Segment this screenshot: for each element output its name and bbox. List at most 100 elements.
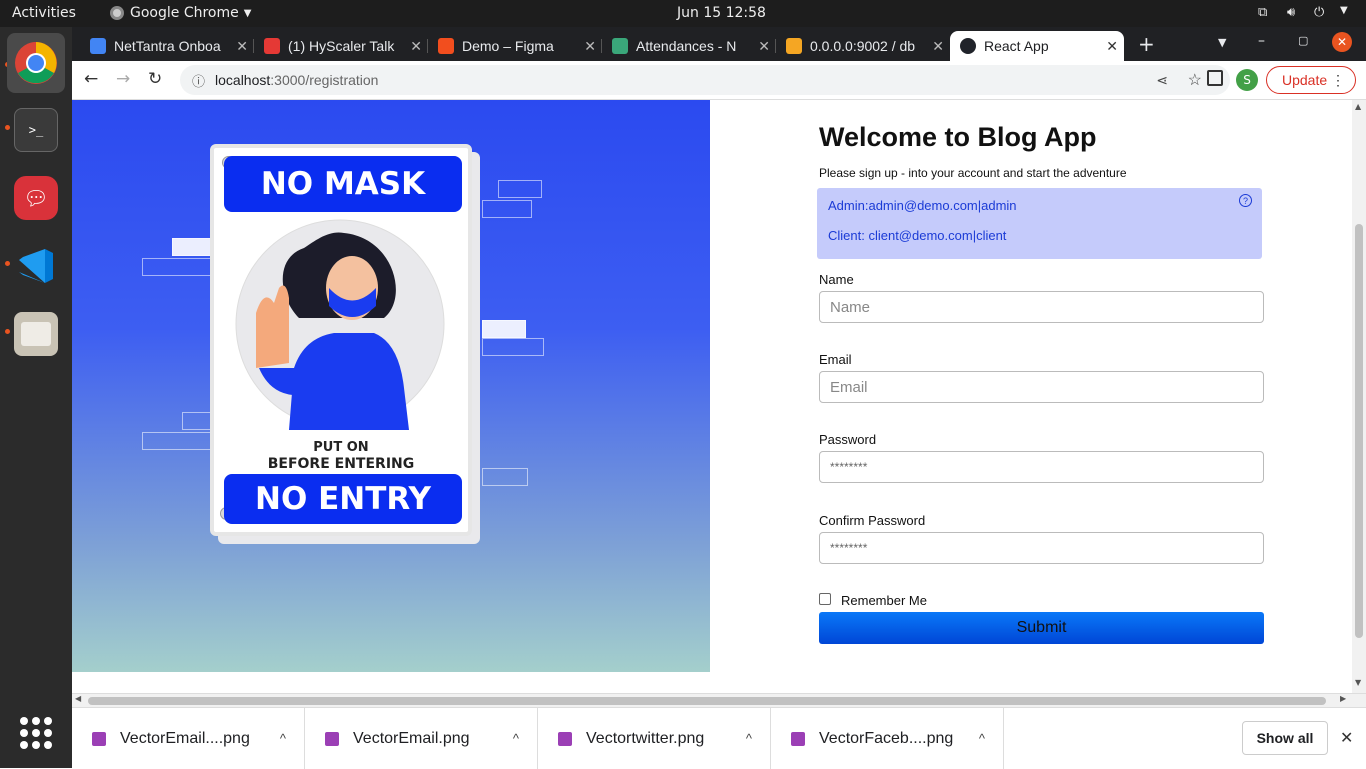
tab-title: React App xyxy=(984,38,1049,54)
download-filename: VectorEmail.png xyxy=(353,729,470,747)
tab-hyscaler[interactable]: (1) HyScaler Talk ✕ xyxy=(254,31,428,61)
download-filename: VectorEmail....png xyxy=(120,729,250,747)
system-top-bar: Activities Google Chrome ▼ Jun 15 12:58 … xyxy=(0,0,1366,27)
tab-title: 0.0.0.0:9002 / db xyxy=(810,38,916,54)
scroll-right-icon[interactable]: ▶ xyxy=(1340,694,1346,703)
download-filename: Vectortwitter.png xyxy=(586,729,705,747)
tab-title: Attendances - N xyxy=(636,38,737,54)
activities-button[interactable]: Activities xyxy=(12,5,76,21)
tab-title: NetTantra Onboa xyxy=(114,38,221,54)
chevron-up-icon[interactable]: ^ xyxy=(513,731,519,746)
download-item[interactable]: VectorEmail....png ^ xyxy=(72,708,305,769)
kebab-menu-icon[interactable]: ⋮ xyxy=(1331,72,1345,89)
tab-search-icon[interactable]: ▼ xyxy=(1218,36,1226,49)
tab-phpmyadmin[interactable]: 0.0.0.0:9002 / db ✕ xyxy=(776,31,950,61)
attendance-icon xyxy=(612,38,628,54)
sign-footer: NO ENTRY xyxy=(224,474,462,524)
close-downloads-icon[interactable]: ✕ xyxy=(1340,728,1353,747)
remember-me-label[interactable]: Remember Me xyxy=(841,593,927,608)
download-item[interactable]: Vectortwitter.png ^ xyxy=(538,708,771,769)
close-tab-icon[interactable]: ✕ xyxy=(410,38,422,55)
minimize-icon[interactable]: – xyxy=(1258,33,1265,49)
deco-bar xyxy=(142,258,212,276)
name-input[interactable]: Name xyxy=(819,291,1264,323)
scroll-down-icon[interactable]: ▼ xyxy=(1355,678,1361,687)
profile-avatar[interactable]: S xyxy=(1236,69,1258,91)
vscode-dock-icon[interactable] xyxy=(14,244,58,288)
show-all-button[interactable]: Show all xyxy=(1242,721,1328,755)
volume-icon[interactable]: 🔊︎ xyxy=(1287,5,1295,20)
terminal-dock-icon[interactable]: >_ xyxy=(14,108,58,152)
show-apps-icon[interactable] xyxy=(20,717,52,749)
url-host: localhost xyxy=(215,72,271,88)
remember-me-checkbox[interactable] xyxy=(819,593,831,605)
client-credentials: Client: client@demo.com|client xyxy=(828,228,1007,243)
tab-attendances[interactable]: Attendances - N ✕ xyxy=(602,31,776,61)
browser-toolbar: ← → ↻ ⓘ localhost:3000/registration ⋖ ☆ … xyxy=(72,61,1366,100)
tab-title: (1) HyScaler Talk xyxy=(288,38,395,54)
sign-title: NO MASK xyxy=(224,156,462,212)
chrome-small-icon xyxy=(110,6,124,20)
email-label: Email xyxy=(819,352,852,367)
rocketchat-dock-icon[interactable]: 💬︎ xyxy=(14,176,58,220)
chevron-up-icon[interactable]: ^ xyxy=(979,731,985,746)
site-info-icon[interactable]: ⓘ xyxy=(192,71,205,90)
close-window-icon[interactable]: ✕ xyxy=(1332,32,1352,52)
close-tab-icon[interactable]: ✕ xyxy=(236,38,248,55)
deco-bar xyxy=(142,432,212,450)
email-input[interactable]: Email xyxy=(819,371,1264,403)
help-icon[interactable]: ? xyxy=(1239,194,1252,207)
update-button[interactable]: Update ⋮ xyxy=(1266,66,1356,94)
reload-icon[interactable]: ↻ xyxy=(148,69,162,89)
scroll-thumb[interactable] xyxy=(1355,224,1363,638)
app-menu[interactable]: Google Chrome ▼ xyxy=(110,5,251,21)
tab-nettantra[interactable]: NetTantra Onboa ✕ xyxy=(80,31,254,61)
confirm-password-input[interactable]: ******** xyxy=(819,532,1264,564)
deco-bar xyxy=(482,468,528,486)
files-dock-icon[interactable] xyxy=(14,312,58,356)
horizontal-scrollbar[interactable]: ◀ ▶ xyxy=(72,693,1366,707)
download-item[interactable]: VectorEmail.png ^ xyxy=(305,708,538,769)
running-indicator xyxy=(5,261,10,266)
no-mask-sign: NO MASK PUT ON BEFORE ENTERING NO ENTRY xyxy=(210,144,472,536)
hscroll-thumb[interactable] xyxy=(88,697,1326,705)
side-panel-icon[interactable] xyxy=(1207,70,1223,86)
submit-button[interactable]: Submit xyxy=(819,612,1264,644)
chevron-up-icon[interactable]: ^ xyxy=(746,731,752,746)
clock[interactable]: Jun 15 12:58 xyxy=(677,5,766,21)
url-path: :3000/registration xyxy=(270,72,379,88)
close-tab-icon[interactable]: ✕ xyxy=(584,38,596,55)
password-input[interactable]: ******** xyxy=(819,451,1264,483)
page-viewport: NO MASK PUT ON BEFORE ENTERING NO ENTRY … xyxy=(72,100,1352,693)
sign-line-2: BEFORE ENTERING xyxy=(267,456,415,472)
forward-icon[interactable]: → xyxy=(116,69,130,89)
close-tab-icon[interactable]: ✕ xyxy=(932,38,944,55)
tab-figma[interactable]: Demo – Figma ✕ xyxy=(428,31,602,61)
scroll-left-icon[interactable]: ◀ xyxy=(75,694,81,703)
tab-strip: NetTantra Onboa ✕ (1) HyScaler Talk ✕ De… xyxy=(72,27,1366,61)
address-bar[interactable]: ⓘ localhost:3000/registration ⋖ ☆ xyxy=(180,65,1230,95)
back-icon[interactable]: ← xyxy=(84,69,98,89)
scroll-up-icon[interactable]: ▲ xyxy=(1355,102,1361,111)
vertical-scrollbar[interactable]: ▲ ▼ xyxy=(1352,100,1366,693)
bookmark-star-icon[interactable]: ☆ xyxy=(1188,70,1202,90)
password-label: Password xyxy=(819,432,877,447)
deco-bar xyxy=(498,180,542,198)
chrome-dock-icon[interactable] xyxy=(7,33,65,93)
new-tab-icon[interactable]: + xyxy=(1138,32,1155,56)
dock: >_ 💬︎ xyxy=(0,27,72,768)
share-icon[interactable]: ⋖ xyxy=(1156,72,1168,89)
power-icon[interactable]: ⏻ xyxy=(1314,5,1324,20)
deco-bar xyxy=(482,320,526,338)
caret-down-icon: ▼ xyxy=(243,7,252,19)
system-menu-caret-icon[interactable]: ▼ xyxy=(1340,5,1348,16)
close-tab-icon[interactable]: ✕ xyxy=(758,38,770,55)
download-item[interactable]: VectorFaceb....png ^ xyxy=(771,708,1004,769)
chevron-up-icon[interactable]: ^ xyxy=(280,731,286,746)
tab-react-app[interactable]: React App ✕ xyxy=(950,31,1124,61)
maximize-icon[interactable]: ▢ xyxy=(1298,34,1308,47)
close-tab-icon[interactable]: ✕ xyxy=(1106,38,1118,55)
network-icon[interactable]: ⧉ xyxy=(1258,5,1267,20)
confirm-password-label: Confirm Password xyxy=(819,513,926,528)
demo-credentials-box: Admin:admin@demo.com|admin Client: clien… xyxy=(817,188,1262,259)
